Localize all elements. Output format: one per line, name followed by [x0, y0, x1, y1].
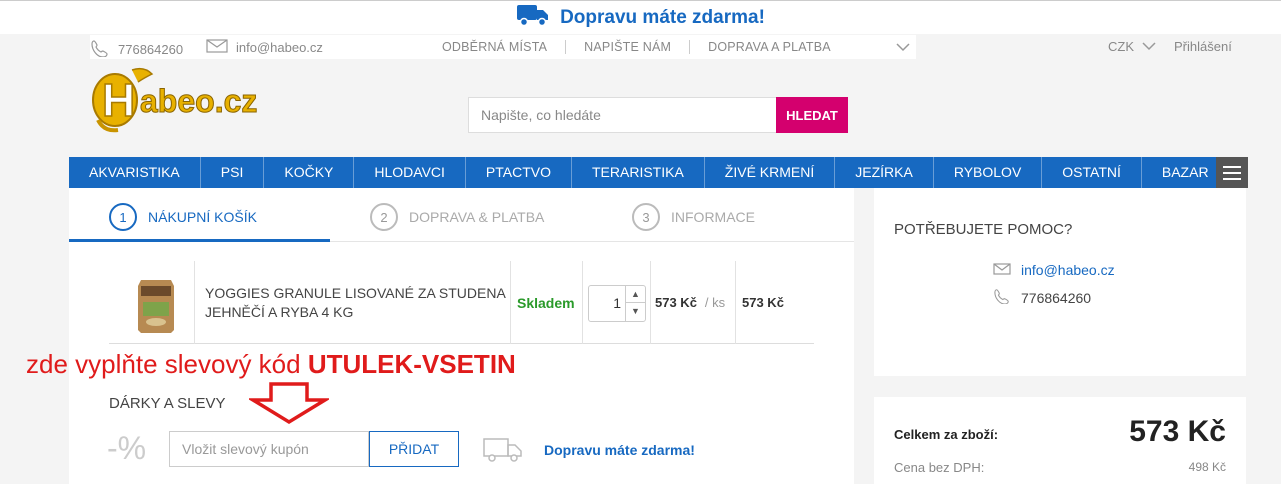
menu-icon[interactable] [1216, 157, 1248, 188]
net-label: Cena bez DPH: [894, 460, 985, 475]
nav-item-jezirka[interactable]: JEZÍRKA [835, 157, 934, 188]
percent-icon: -% [107, 430, 147, 466]
stock-cell: Skladem [511, 261, 583, 344]
step-cart[interactable]: 1 NÁKUPNÍ KOŠÍK [109, 203, 257, 231]
help-phone-text: 776864260 [1021, 289, 1092, 306]
phone-icon [993, 288, 1011, 307]
per-unit: / ks [704, 295, 726, 310]
nav-item-kocky[interactable]: KOČKY [264, 157, 355, 188]
link-write-us[interactable]: NAPIŠTE NÁM [584, 40, 691, 54]
header-email-text: info@habeo.cz [236, 40, 323, 55]
help-email[interactable]: info@habeo.cz [993, 262, 1115, 278]
truck-icon [516, 3, 550, 32]
currency-select[interactable]: CZK [1108, 39, 1134, 54]
add-coupon-button[interactable]: PŘIDAT [369, 431, 459, 467]
svg-text:H: H [102, 74, 135, 126]
mail-icon [993, 262, 1011, 278]
product-name-line1: YOGGIES GRANULE LISOVANÉ ZA STUDENA [205, 284, 506, 301]
gifts-title: DÁRKY A SLEVY [109, 395, 226, 412]
order-summary: Celkem za zboží: 573 Kč Cena bez DPH: 49… [874, 397, 1246, 484]
nav-item-ptactvo[interactable]: PTACTVO [466, 157, 572, 188]
product-image[interactable] [135, 278, 177, 334]
coupon-input[interactable] [169, 431, 369, 467]
unit-price: 573 Kč [655, 295, 697, 310]
step-number: 1 [109, 203, 137, 231]
table-row: YOGGIES GRANULE LISOVANÉ ZA STUDENA JEHN… [109, 261, 814, 344]
utility-bar: 776864260 info@habeo.cz ODBĚRNÁ MÍSTA NA… [90, 35, 916, 59]
product-name-line2: JEHNĚČÍ A RYBA 4 KG [205, 303, 354, 320]
checkout-steps: 1 NÁKUPNÍ KOŠÍK 2 DOPRAVA & PLATBA 3 INF… [69, 188, 854, 242]
step-info[interactable]: 3 INFORMACE [632, 203, 755, 231]
phone-icon [90, 39, 110, 60]
help-title: POTŘEBUJETE POMOC? [894, 221, 1073, 238]
qty-down-icon[interactable]: ▼ [626, 303, 645, 320]
qty-up-icon[interactable]: ▲ [626, 286, 645, 303]
stock-status: Skladem [517, 294, 575, 311]
line-total: 573 Kč [742, 295, 784, 310]
category-nav: AKVARISTIKA PSI KOČKY HLODAVCI PTACTVO T… [69, 157, 1248, 188]
nav-item-akvaristika[interactable]: AKVARISTIKA [69, 157, 201, 188]
step-label: INFORMACE [671, 209, 755, 225]
mail-icon [206, 39, 228, 56]
link-shipping-payment[interactable]: DOPRAVA A PLATBA [708, 40, 849, 54]
step-label: DOPRAVA & PLATBA [409, 209, 545, 225]
help-panel: POTŘEBUJETE POMOC? info@habeo.cz 7768642… [874, 188, 1246, 376]
product-name-cell[interactable]: YOGGIES GRANULE LISOVANÉ ZA STUDENA JEHN… [195, 261, 511, 344]
link-pickup-points[interactable]: ODBĚRNÁ MÍSTA [442, 40, 567, 54]
step-label: NÁKUPNÍ KOŠÍK [148, 209, 257, 225]
header-phone-text: 776864260 [118, 42, 184, 57]
net-value: 498 Kč [1188, 460, 1226, 474]
help-email-text[interactable]: info@habeo.cz [1021, 262, 1115, 278]
step-number: 3 [632, 203, 660, 231]
help-phone[interactable]: 776864260 [993, 288, 1091, 307]
svg-text:abeo.cz: abeo.cz [140, 83, 257, 119]
search-button[interactable]: HLEDAT [776, 97, 848, 133]
truck-icon [483, 437, 523, 468]
annotation-text: zde vyplňte slevový kód [26, 349, 308, 379]
step-shipping[interactable]: 2 DOPRAVA & PLATBA [370, 203, 544, 231]
search-input[interactable] [468, 97, 776, 133]
free-shipping-banner: Dopravu máte zdarma! [0, 0, 1281, 34]
nav-item-rybolov[interactable]: RYBOLOV [934, 157, 1043, 188]
annotation-code: UTULEK-VSETIN [307, 349, 516, 379]
total-price-cell: 573 Kč [736, 261, 814, 344]
quantity-stepper[interactable]: 1 ▲ ▼ [588, 285, 646, 322]
utility-links: ODBĚRNÁ MÍSTA NAPIŠTE NÁM DOPRAVA A PLAT… [442, 40, 867, 54]
unit-price-cell: 573 Kč / ks [651, 261, 736, 344]
active-step-underline [69, 239, 330, 242]
banner-text: Dopravu máte zdarma! [560, 6, 765, 28]
free-shipping-note: Dopravu máte zdarma! [544, 442, 695, 458]
search-bar: HLEDAT [468, 97, 848, 133]
quantity-value: 1 [613, 295, 621, 311]
arrow-down-icon [249, 382, 329, 425]
top-right-controls: CZK Přihlášení [1108, 39, 1232, 54]
logo[interactable]: H abeo.cz [90, 60, 300, 140]
chevron-down-icon[interactable] [896, 40, 910, 55]
nav-item-psi[interactable]: PSI [201, 157, 265, 188]
header-email[interactable]: info@habeo.cz [206, 39, 323, 56]
login-link[interactable]: Přihlášení [1174, 39, 1232, 54]
step-number: 2 [370, 203, 398, 231]
coupon-instruction-annotation: zde vyplňte slevový kód UTULEK-VSETIN [26, 349, 516, 380]
chevron-down-icon[interactable] [1142, 39, 1156, 54]
nav-item-zive-krmeni[interactable]: ŽIVÉ KRMENÍ [705, 157, 836, 188]
total-value: 573 Kč [1129, 415, 1226, 448]
header-phone[interactable]: 776864260 [90, 39, 183, 60]
nav-item-hlodavci[interactable]: HLODAVCI [354, 157, 466, 188]
total-label: Celkem za zboží: [894, 427, 999, 442]
nav-item-ostatni[interactable]: OSTATNÍ [1042, 157, 1142, 188]
nav-item-teraristika[interactable]: TERARISTIKA [572, 157, 705, 188]
